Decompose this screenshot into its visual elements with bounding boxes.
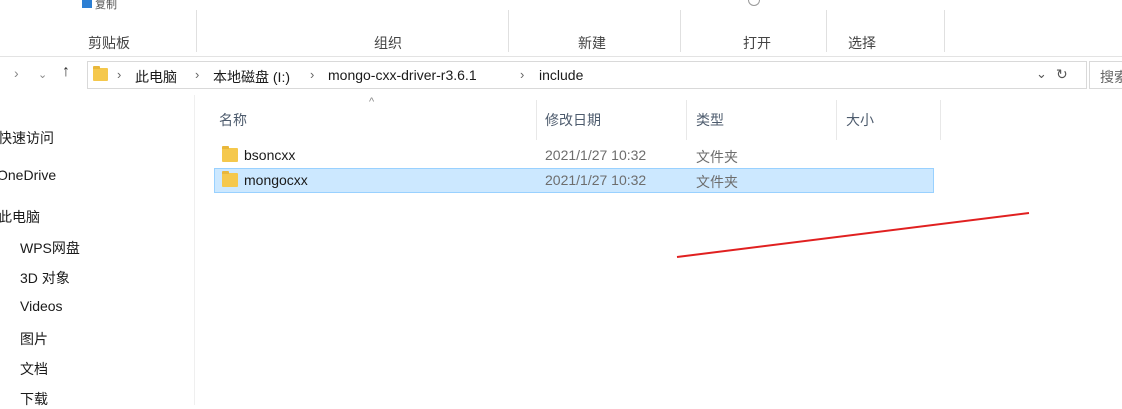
annotation-overlay [676,212,1030,258]
annotation-red-line [676,212,1030,258]
